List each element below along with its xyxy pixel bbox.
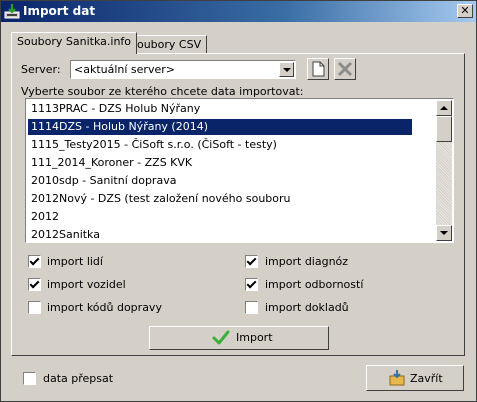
scroll-up-icon[interactable] xyxy=(436,100,452,116)
import-icon xyxy=(4,4,20,19)
delete-icon xyxy=(337,61,353,77)
title-bar: Import dat ✕ xyxy=(1,1,476,22)
import-dokladu-checkbox[interactable] xyxy=(245,301,258,314)
data-prepsat-checkbox[interactable] xyxy=(23,372,36,385)
import-lidi-checkbox[interactable] xyxy=(28,255,41,268)
list-item[interactable]: 2012 xyxy=(28,209,412,225)
list-item[interactable]: 111_2014_Koroner - ZZS KVK xyxy=(28,155,412,171)
import-kodu-dopravy-label: import kódů dopravy xyxy=(47,301,162,314)
list-item-selected[interactable]: 1114DZS - Holub Nýřany (2014) xyxy=(28,119,412,135)
scroll-thumb[interactable] xyxy=(436,116,452,142)
file-list[interactable]: 1113PRAC - DZS Holub Nýřany 1114DZS - Ho… xyxy=(25,98,454,243)
checkmark-icon xyxy=(212,330,230,345)
import-odbornosti-checkbox[interactable] xyxy=(245,278,258,291)
tab-label: Soubory Sanitka.info xyxy=(17,35,132,48)
import-dokladu-label: import dokladů xyxy=(265,301,349,314)
import-button-label: Import xyxy=(236,331,273,344)
list-item[interactable]: 2010sdp - Sanitní doprava xyxy=(28,173,412,189)
import-lidi-label: import lidí xyxy=(47,255,103,268)
list-item[interactable]: 2012Nový - DZS (test založení nového sou… xyxy=(28,191,412,207)
import-dialog: Import dat ✕ Soubory Sanitka.info Soubor… xyxy=(0,0,477,402)
tab-label: Soubory CSV xyxy=(130,38,202,51)
list-item[interactable]: 1115_Testy2015 - ČiSoft s.r.o. (ČiSoft -… xyxy=(28,137,412,153)
data-prepsat-label: data přepsat xyxy=(43,372,114,385)
list-scrollbar[interactable] xyxy=(436,100,452,241)
close-button[interactable]: Zavřít xyxy=(366,365,464,391)
new-file-icon xyxy=(312,61,325,77)
server-label: Server: xyxy=(21,63,61,76)
close-button-label: Zavřít xyxy=(410,372,443,385)
scroll-down-icon[interactable] xyxy=(436,225,452,241)
chevron-down-icon[interactable] xyxy=(279,62,294,77)
list-item[interactable]: 2012Sanitka xyxy=(28,227,412,242)
close-window-button[interactable]: ✕ xyxy=(457,4,473,18)
delete-button[interactable] xyxy=(334,58,356,80)
import-kodu-dopravy-checkbox[interactable] xyxy=(28,301,41,314)
import-vozidel-label: import vozidel xyxy=(47,278,126,291)
import-diagnoz-label: import diagnóz xyxy=(265,255,349,268)
window-title: Import dat xyxy=(23,4,96,18)
file-list-label: Vyberte soubor ze kterého chcete data im… xyxy=(21,85,304,98)
server-select-value: <aktuální server> xyxy=(74,63,175,76)
import-button[interactable]: Import xyxy=(149,326,329,350)
import-vozidel-checkbox[interactable] xyxy=(28,278,41,291)
new-file-button[interactable] xyxy=(307,58,329,80)
import-odbornosti-label: import odborností xyxy=(265,278,364,291)
list-item[interactable]: 1113PRAC - DZS Holub Nýřany xyxy=(28,101,412,117)
tab-soubory-sanitka[interactable]: Soubory Sanitka.info xyxy=(11,32,138,54)
close-icon: ✕ xyxy=(460,4,470,17)
exit-icon xyxy=(389,370,405,386)
import-diagnoz-checkbox[interactable] xyxy=(245,255,258,268)
server-select[interactable]: <aktuální server> xyxy=(70,60,296,79)
